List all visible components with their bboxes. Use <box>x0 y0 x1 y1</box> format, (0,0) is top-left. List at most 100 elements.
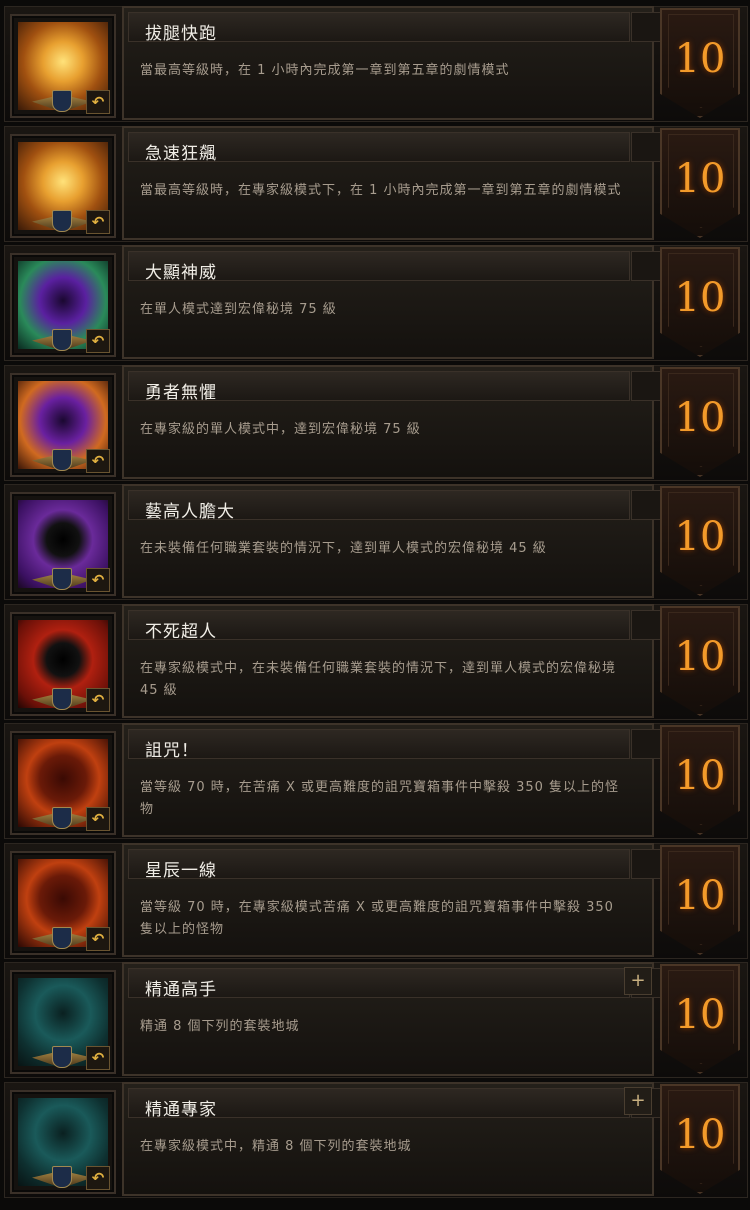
achievement-description: 精通 8 個下列的套裝地城 <box>140 1019 300 1034</box>
achievement-points: 10 <box>674 275 726 321</box>
achievement-title: 精通專家 <box>145 1100 217 1120</box>
achievement-description: 在專家級模式中，精通 8 個下列的套裝地城 <box>140 1139 412 1154</box>
achievement-row[interactable]: ↶ 急速狂飆 當最高等級時，在專家級模式下，在 1 小時內完成第一章到第五章的劇… <box>0 126 750 248</box>
achievement-points: 10 <box>674 36 726 82</box>
achievement-icon-frame: ↶ <box>10 1090 116 1194</box>
title-bar: 大顯神威 <box>128 251 661 283</box>
achievement-panel: 勇者無懼 在專家級的單人模式中，達到宏偉秘境 75 級 <box>122 365 661 479</box>
title-bar: 詛咒！ <box>128 729 661 761</box>
undo-icon[interactable]: ↶ <box>86 807 110 831</box>
achievement-points: 10 <box>674 753 726 799</box>
achievement-points: 10 <box>674 992 726 1038</box>
achievement-points: 10 <box>674 395 726 441</box>
achievement-title: 不死超人 <box>145 622 217 642</box>
title-cap <box>631 610 661 640</box>
shield-emblem-icon <box>52 1166 72 1188</box>
achievement-row[interactable]: ↶ 詛咒！ 當等級 70 時，在苦痛 X 或更高難度的詛咒寶箱事件中擊殺 350… <box>0 723 750 845</box>
expand-plus-icon[interactable]: + <box>624 1087 652 1115</box>
achievement-row[interactable]: ↶ 拔腿快跑 當最高等級時，在 1 小時內完成第一章到第五章的劇情模式 10 <box>0 6 750 128</box>
achievement-panel: 精通高手 + 精通 8 個下列的套裝地城 <box>122 962 661 1076</box>
undo-icon[interactable]: ↶ <box>86 329 110 353</box>
achievement-list: ↶ 拔腿快跑 當最高等級時，在 1 小時內完成第一章到第五章的劇情模式 10 ↶ <box>0 0 750 1210</box>
achievement-row[interactable]: ↶ 藝高人膽大 在未裝備任何職業套裝的情況下，達到單人模式的宏偉秘境 45 級 … <box>0 484 750 606</box>
shield-emblem-icon <box>52 807 72 829</box>
undo-icon[interactable]: ↶ <box>86 449 110 473</box>
title-cap <box>631 371 661 401</box>
undo-icon[interactable]: ↶ <box>86 688 110 712</box>
achievement-description: 當等級 70 時，在苦痛 X 或更高難度的詛咒寶箱事件中擊殺 350 隻以上的怪… <box>140 780 620 817</box>
achievement-title: 拔腿快跑 <box>145 24 217 44</box>
achievement-row[interactable]: ↶ 大顯神威 在單人模式達到宏偉秘境 75 級 10 <box>0 245 750 367</box>
undo-icon[interactable]: ↶ <box>86 927 110 951</box>
achievement-title: 大顯神威 <box>145 263 217 283</box>
achievement-panel: 大顯神威 在單人模式達到宏偉秘境 75 級 <box>122 245 661 359</box>
achievement-row[interactable]: ↶ 勇者無懼 在專家級的單人模式中，達到宏偉秘境 75 級 10 <box>0 365 750 487</box>
achievement-panel: 星辰一線 當等級 70 時，在專家級模式苦痛 X 或更高難度的詛咒寶箱事件中擊殺… <box>122 843 661 957</box>
achievement-description: 當等級 70 時，在專家級模式苦痛 X 或更高難度的詛咒寶箱事件中擊殺 350 … <box>140 900 614 937</box>
title-bar: 藝高人膽大 <box>128 490 661 522</box>
title-bar: 急速狂飆 <box>128 132 661 164</box>
achievement-title: 藝高人膽大 <box>145 502 235 522</box>
shield-emblem-icon <box>52 688 72 710</box>
title-bar: 精通專家 <box>128 1088 661 1120</box>
title-bar: 勇者無懼 <box>128 371 661 403</box>
achievement-row[interactable]: ↶ 精通高手 + 精通 8 個下列的套裝地城 10 <box>0 962 750 1084</box>
undo-icon[interactable]: ↶ <box>86 1046 110 1070</box>
shield-emblem-icon <box>52 329 72 351</box>
undo-icon[interactable]: ↶ <box>86 1166 110 1190</box>
achievement-icon-frame: ↶ <box>10 612 116 716</box>
achievement-icon-frame: ↶ <box>10 14 116 118</box>
achievement-points: 10 <box>674 873 726 919</box>
achievement-icon-frame: ↶ <box>10 373 116 477</box>
achievement-icon-frame: ↶ <box>10 492 116 596</box>
title-cap <box>631 849 661 879</box>
achievement-title: 詛咒！ <box>145 741 199 761</box>
achievement-description: 在單人模式達到宏偉秘境 75 級 <box>140 302 337 317</box>
achievement-description: 在未裝備任何職業套裝的情況下，達到單人模式的宏偉秘境 45 級 <box>140 541 547 556</box>
achievement-icon-frame: ↶ <box>10 134 116 238</box>
title-cap <box>631 729 661 759</box>
title-bar: 星辰一線 <box>128 849 661 881</box>
shield-emblem-icon <box>52 1046 72 1068</box>
achievement-description: 在專家級的單人模式中，達到宏偉秘境 75 級 <box>140 422 421 437</box>
achievement-points: 10 <box>674 1112 726 1158</box>
achievement-description: 當最高等級時，在專家級模式下，在 1 小時內完成第一章到第五章的劇情模式 <box>140 183 622 198</box>
shield-emblem-icon <box>52 90 72 112</box>
shield-emblem-icon <box>52 927 72 949</box>
achievement-panel: 拔腿快跑 當最高等級時，在 1 小時內完成第一章到第五章的劇情模式 <box>122 6 661 120</box>
achievement-panel: 藝高人膽大 在未裝備任何職業套裝的情況下，達到單人模式的宏偉秘境 45 級 <box>122 484 661 598</box>
shield-emblem-icon <box>52 449 72 471</box>
title-bar: 不死超人 <box>128 610 661 642</box>
achievement-row[interactable]: ↶ 星辰一線 當等級 70 時，在專家級模式苦痛 X 或更高難度的詛咒寶箱事件中… <box>0 843 750 965</box>
title-bar: 拔腿快跑 <box>128 12 661 44</box>
undo-icon[interactable]: ↶ <box>86 568 110 592</box>
title-cap <box>631 251 661 281</box>
achievement-points: 10 <box>674 514 726 560</box>
achievement-row[interactable]: ↶ 精通專家 + 在專家級模式中，精通 8 個下列的套裝地城 10 <box>0 1082 750 1204</box>
achievement-row[interactable]: ↶ 不死超人 在專家級模式中，在未裝備任何職業套裝的情況下，達到單人模式的宏偉秘… <box>0 604 750 726</box>
title-cap <box>631 12 661 42</box>
shield-emblem-icon <box>52 210 72 232</box>
achievement-points: 10 <box>674 634 726 680</box>
undo-icon[interactable]: ↶ <box>86 210 110 234</box>
achievement-description: 當最高等級時，在 1 小時內完成第一章到第五章的劇情模式 <box>140 63 510 78</box>
achievement-title: 星辰一線 <box>145 861 217 881</box>
achievement-title: 精通高手 <box>145 980 217 1000</box>
achievement-icon-frame: ↶ <box>10 253 116 357</box>
achievement-panel: 詛咒！ 當等級 70 時，在苦痛 X 或更高難度的詛咒寶箱事件中擊殺 350 隻… <box>122 723 661 837</box>
achievement-points: 10 <box>674 156 726 202</box>
achievement-icon-frame: ↶ <box>10 731 116 835</box>
achievement-panel: 不死超人 在專家級模式中，在未裝備任何職業套裝的情況下，達到單人模式的宏偉秘境 … <box>122 604 661 718</box>
achievement-title: 勇者無懼 <box>145 383 217 403</box>
undo-icon[interactable]: ↶ <box>86 90 110 114</box>
title-cap <box>631 490 661 520</box>
title-cap <box>631 132 661 162</box>
achievement-description: 在專家級模式中，在未裝備任何職業套裝的情況下，達到單人模式的宏偉秘境 45 級 <box>140 661 617 698</box>
achievement-icon-frame: ↶ <box>10 970 116 1074</box>
achievement-panel: 精通專家 + 在專家級模式中，精通 8 個下列的套裝地城 <box>122 1082 661 1196</box>
achievement-title: 急速狂飆 <box>145 144 217 164</box>
achievement-icon-frame: ↶ <box>10 851 116 955</box>
title-bar: 精通高手 <box>128 968 661 1000</box>
expand-plus-icon[interactable]: + <box>624 967 652 995</box>
achievement-panel: 急速狂飆 當最高等級時，在專家級模式下，在 1 小時內完成第一章到第五章的劇情模… <box>122 126 661 240</box>
